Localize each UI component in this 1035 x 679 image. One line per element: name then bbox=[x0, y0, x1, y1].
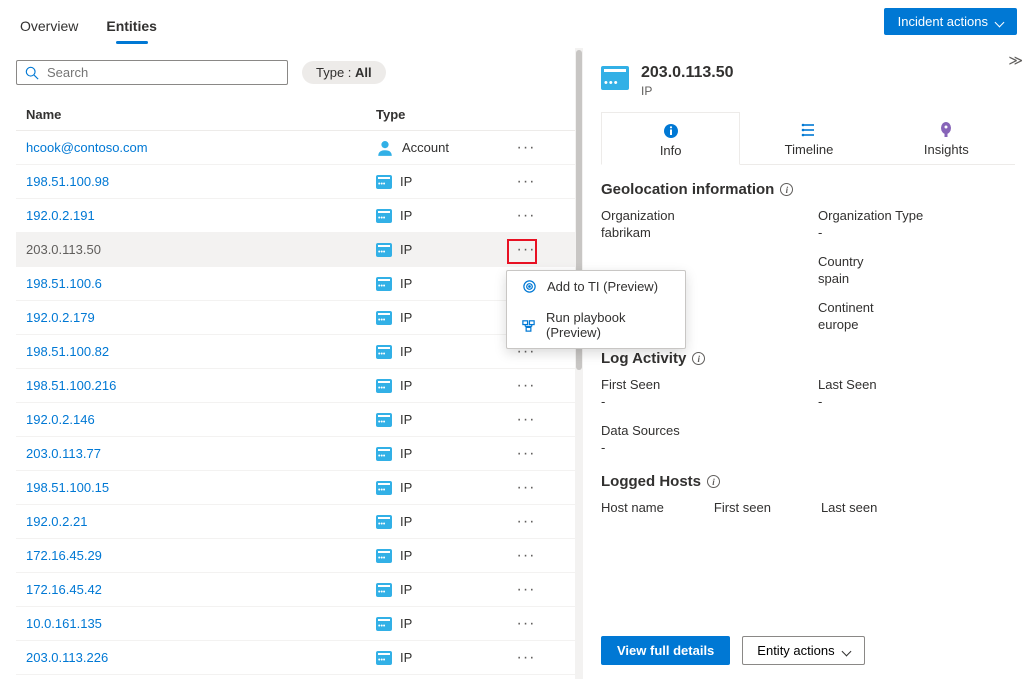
menu-add-to-ti[interactable]: Add to TI (Preview) bbox=[507, 271, 685, 302]
ip-icon bbox=[376, 311, 392, 325]
hosts-heading: Logged Hosts i bbox=[601, 473, 1015, 490]
ip-icon bbox=[376, 243, 392, 257]
ip-icon bbox=[376, 175, 392, 189]
ip-icon bbox=[376, 549, 392, 563]
entity-link[interactable]: 192.0.2.191 bbox=[26, 208, 95, 223]
table-row[interactable]: 192.0.2.146IP··· bbox=[16, 403, 575, 437]
row-actions-button[interactable]: ··· bbox=[506, 377, 546, 395]
row-actions-button[interactable]: ··· bbox=[506, 581, 546, 599]
table-row[interactable]: 10.0.161.135IP··· bbox=[16, 607, 575, 641]
target-icon bbox=[521, 279, 537, 294]
table-row[interactable]: 198.51.100.15IP··· bbox=[16, 471, 575, 505]
table-row[interactable]: 192.0.2.179IP··· bbox=[16, 301, 575, 335]
row-actions-button[interactable]: ··· bbox=[506, 241, 546, 259]
entity-link[interactable]: 192.0.2.179 bbox=[26, 310, 95, 325]
row-actions-button[interactable]: ··· bbox=[506, 479, 546, 497]
ip-icon bbox=[376, 277, 392, 291]
entity-link[interactable]: 203.0.113.226 bbox=[26, 650, 108, 665]
column-header-type[interactable]: Type bbox=[376, 107, 506, 122]
account-icon bbox=[376, 139, 394, 157]
ip-icon bbox=[376, 345, 392, 359]
table-row[interactable]: hcook@contoso.comAccount··· bbox=[16, 131, 575, 165]
entity-link[interactable]: 172.16.45.42 bbox=[26, 582, 102, 597]
ip-icon bbox=[376, 413, 392, 427]
ip-icon bbox=[376, 379, 392, 393]
row-actions-button[interactable]: ··· bbox=[506, 513, 546, 531]
entity-title: 203.0.113.50 bbox=[641, 64, 734, 82]
entity-subtitle: IP bbox=[641, 84, 734, 98]
table-row[interactable]: 203.0.113.226IP··· bbox=[16, 641, 575, 675]
ip-icon bbox=[601, 66, 629, 90]
column-header-name[interactable]: Name bbox=[26, 107, 376, 122]
info-tooltip-icon[interactable]: i bbox=[692, 352, 705, 365]
log-heading: Log Activity i bbox=[601, 350, 1015, 367]
context-menu: Add to TI (Preview) Run playbook (Previe… bbox=[506, 270, 686, 349]
search-input[interactable] bbox=[47, 65, 279, 80]
chevron-down-icon bbox=[843, 643, 850, 658]
geo-heading: Geolocation information i bbox=[601, 181, 1015, 198]
row-actions-button[interactable]: ··· bbox=[506, 547, 546, 565]
table-row[interactable]: 203.0.113.50IP··· bbox=[16, 233, 575, 267]
entity-link[interactable]: 198.51.100.98 bbox=[26, 174, 109, 189]
row-actions-button[interactable]: ··· bbox=[506, 445, 546, 463]
ip-icon bbox=[376, 481, 392, 495]
info-tooltip-icon[interactable]: i bbox=[780, 183, 793, 196]
entity-link[interactable]: 203.0.113.77 bbox=[26, 446, 101, 461]
info-tooltip-icon[interactable]: i bbox=[707, 475, 720, 488]
table-row[interactable]: 198.51.100.216IP··· bbox=[16, 369, 575, 403]
entity-link[interactable]: 172.16.45.29 bbox=[26, 548, 102, 563]
table-row[interactable]: 192.0.2.191IP··· bbox=[16, 199, 575, 233]
table-row[interactable]: 172.16.45.29IP··· bbox=[16, 539, 575, 573]
table-row[interactable]: 192.0.2.21IP··· bbox=[16, 505, 575, 539]
entity-actions-button[interactable]: Entity actions bbox=[742, 636, 864, 665]
ip-icon bbox=[376, 617, 392, 631]
table-row[interactable]: 198.51.100.6IP··· bbox=[16, 267, 575, 301]
row-actions-button[interactable]: ··· bbox=[506, 207, 546, 225]
search-icon bbox=[25, 66, 39, 80]
row-actions-button[interactable]: ··· bbox=[506, 173, 546, 191]
ip-icon bbox=[376, 651, 392, 665]
tab-overview[interactable]: Overview bbox=[20, 12, 78, 44]
table-row[interactable]: 203.0.113.77IP··· bbox=[16, 437, 575, 471]
row-actions-button[interactable]: ··· bbox=[506, 615, 546, 633]
entity-link[interactable]: 198.51.100.216 bbox=[26, 378, 116, 393]
search-input-container[interactable] bbox=[16, 60, 288, 85]
entity-link[interactable]: 192.0.2.21 bbox=[26, 514, 87, 529]
insights-icon bbox=[878, 120, 1015, 140]
tab-entities[interactable]: Entities bbox=[106, 12, 157, 44]
row-actions-button[interactable]: ··· bbox=[506, 139, 546, 157]
type-filter-pill[interactable]: Type : All bbox=[302, 61, 386, 84]
view-full-details-button[interactable]: View full details bbox=[601, 636, 730, 665]
entity-link[interactable]: 198.51.100.82 bbox=[26, 344, 109, 359]
detail-tab-insights[interactable]: Insights bbox=[878, 112, 1015, 164]
playbook-icon bbox=[521, 318, 536, 333]
menu-run-playbook[interactable]: Run playbook (Preview) bbox=[507, 302, 685, 348]
entity-link[interactable]: 203.0.113.50 bbox=[26, 242, 101, 257]
detail-tab-timeline[interactable]: Timeline bbox=[740, 112, 877, 164]
entity-link[interactable]: 198.51.100.6 bbox=[26, 276, 102, 291]
entity-link[interactable]: 192.0.2.146 bbox=[26, 412, 95, 427]
detail-tab-info[interactable]: Info bbox=[601, 112, 740, 165]
entity-link[interactable]: 198.51.100.15 bbox=[26, 480, 109, 495]
entity-link[interactable]: hcook@contoso.com bbox=[26, 140, 148, 155]
table-row[interactable]: 198.51.100.98IP··· bbox=[16, 165, 575, 199]
ip-icon bbox=[376, 515, 392, 529]
ip-icon bbox=[376, 447, 392, 461]
entity-link[interactable]: 10.0.161.135 bbox=[26, 616, 102, 631]
chevron-down-icon bbox=[996, 14, 1003, 29]
table-row[interactable]: 198.51.100.82IP··· bbox=[16, 335, 575, 369]
row-actions-button[interactable]: ··· bbox=[506, 649, 546, 667]
table-row[interactable]: 172.16.45.42IP··· bbox=[16, 573, 575, 607]
row-actions-button[interactable]: ··· bbox=[506, 411, 546, 429]
incident-actions-label: Incident actions bbox=[898, 14, 988, 29]
timeline-icon bbox=[740, 120, 877, 140]
info-icon bbox=[602, 121, 739, 141]
incident-actions-button[interactable]: Incident actions bbox=[884, 8, 1017, 35]
ip-icon bbox=[376, 583, 392, 597]
ip-icon bbox=[376, 209, 392, 223]
scrollbar[interactable] bbox=[575, 48, 583, 679]
